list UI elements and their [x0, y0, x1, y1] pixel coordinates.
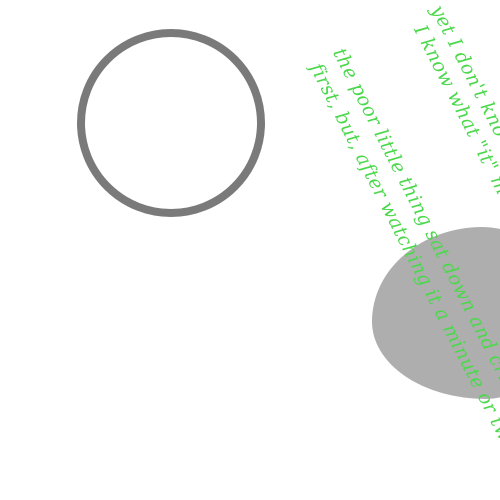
canvas: yet I don't kno I know what "it" m the p…	[0, 0, 500, 500]
ring-outline-shape	[77, 29, 265, 217]
